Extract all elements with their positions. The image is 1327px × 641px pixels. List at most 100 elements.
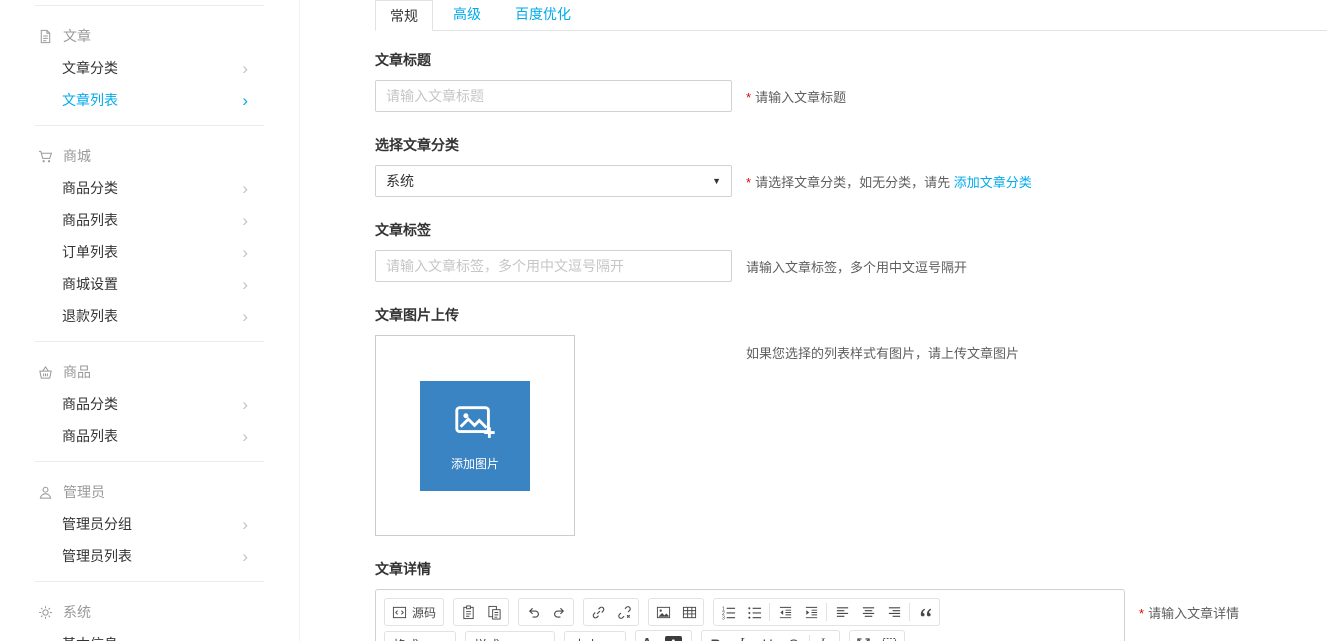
sidebar-item-article-category[interactable]: 文章分类 › [35,52,264,84]
remove-format-button[interactable]: Ix [812,632,838,641]
underline-button[interactable]: U [755,632,781,641]
undo-icon [526,605,541,620]
outdent-button[interactable] [772,600,798,624]
unordered-list-icon [747,605,762,620]
sidebar-item-product-list[interactable]: 商品列表 › [35,420,264,452]
redo-icon [552,605,567,620]
size-select[interactable]: 大小 ▾ [564,631,626,641]
source-button[interactable]: 源码 [386,600,442,624]
sidebar-item-goods-category[interactable]: 商品分类 › [35,172,264,204]
link-icon [591,605,606,620]
sidebar-item-label: 商品列表 [62,210,118,230]
sidebar-item-admin-group[interactable]: 管理员分组 › [35,508,264,540]
sidebar-item-label: 管理员列表 [62,546,132,566]
chevron-right-icon: › [242,180,248,197]
text-color-icon: A [641,636,652,641]
gear-icon [38,605,53,620]
sidebar-divider [35,341,264,342]
chevron-right-icon: › [242,308,248,325]
ordered-list-button[interactable]: 123 [715,600,741,624]
sidebar-item-article-list[interactable]: 文章列表 › [35,84,264,116]
chevron-right-icon: › [242,516,248,533]
add-image-label: 添加图片 [451,455,499,472]
indent-icon [804,605,819,620]
strikethrough-button[interactable]: S [781,632,807,641]
insert-image-button[interactable] [650,600,676,624]
tab-general[interactable]: 常规 [375,0,433,31]
sidebar-section-label: 管理员 [63,482,105,502]
sidebar-section-article: 文章 [35,20,264,52]
field-label: 文章图片上传 [375,305,1327,325]
blockquote-button[interactable] [912,600,938,624]
sidebar-item-basic-info[interactable]: 基本信息 › [35,628,264,641]
table-icon [682,605,697,620]
add-image-icon [452,399,498,448]
sidebar-item-label: 退款列表 [62,306,118,326]
main-content: 常规 高级 百度优化 文章标题 *请输入文章标题 选择文章分类 [300,0,1327,641]
redo-button[interactable] [546,600,572,624]
size-label: 大小 [573,635,599,641]
sidebar-item-refund-list[interactable]: 退款列表 › [35,300,264,332]
sidebar-item-admin-list[interactable]: 管理员列表 › [35,540,264,572]
user-icon [38,485,53,500]
article-title-input[interactable] [375,80,732,112]
sidebar-item-order-list[interactable]: 订单列表 › [35,236,264,268]
align-center-button[interactable] [855,600,881,624]
article-tags-input[interactable] [375,250,732,282]
paste-button[interactable] [455,600,481,624]
basket-icon [38,365,53,380]
add-image-button[interactable]: 添加图片 [420,381,530,491]
article-form: 文章标题 *请输入文章标题 选择文章分类 系统 [375,31,1327,641]
selected-option: 系统 [386,171,414,191]
text-color-button[interactable]: A ▾ [637,632,663,641]
bold-button[interactable]: B [703,632,729,641]
italic-button[interactable]: I [729,632,755,641]
paste-text-icon [487,605,502,620]
underline-icon: U [763,636,773,641]
tab-baidu-seo[interactable]: 百度优化 [501,0,585,30]
source-label: 源码 [412,604,436,621]
format-select[interactable]: 格式 ▾ [384,631,456,641]
sidebar-section-label: 商城 [63,146,91,166]
title-required-hint: *请输入文章标题 [746,87,846,106]
show-blocks-icon [882,637,897,641]
indent-button[interactable] [798,600,824,624]
article-category-select[interactable]: 系统 ▼ [375,165,732,197]
bg-color-button[interactable]: A ▾ [663,632,690,641]
chevron-right-icon: › [242,244,248,261]
paste-text-button[interactable] [481,600,507,624]
required-asterisk: * [1139,606,1144,621]
image-icon [656,605,671,620]
cart-icon [38,149,53,164]
add-category-link[interactable]: 添加文章分类 [954,175,1032,190]
link-button[interactable] [585,600,611,624]
style-select[interactable]: 样式 ▾ [465,631,555,641]
image-hint: 如果您选择的列表样式有图片，请上传文章图片 [746,343,1019,362]
sidebar-item-product-category[interactable]: 商品分类 › [35,388,264,420]
category-required-hint: *请选择文章分类，如无分类，请先 添加文章分类 [746,172,1032,191]
sidebar-divider [35,581,264,582]
tab-bar: 常规 高级 百度优化 [375,0,1327,31]
sidebar: 文章 文章分类 › 文章列表 › 商城 商品分类 › 商品列表 › 订单列表 › [0,0,300,641]
sidebar-item-mall-settings[interactable]: 商城设置 › [35,268,264,300]
sidebar-item-goods-list[interactable]: 商品列表 › [35,204,264,236]
hint-text: 请输入文章标题 [755,90,846,105]
required-asterisk: * [746,175,751,190]
hint-text: 如果您选择的列表样式有图片，请上传文章图片 [746,346,1019,361]
unlink-button[interactable] [611,600,637,624]
field-label: 文章标签 [375,220,1327,240]
align-right-button[interactable] [881,600,907,624]
insert-table-button[interactable] [676,600,702,624]
field-label: 文章详情 [375,559,1327,579]
tab-advanced[interactable]: 高级 [439,0,495,30]
select-caret-icon: ▼ [712,176,721,186]
unordered-list-button[interactable] [741,600,767,624]
style-label: 样式 [474,635,500,641]
undo-button[interactable] [520,600,546,624]
show-blocks-button[interactable] [877,632,903,641]
bg-color-icon: A [665,636,682,641]
maximize-button[interactable] [851,632,877,641]
rich-text-editor: 源码 [375,589,1125,641]
tags-hint: 请输入文章标签，多个用中文逗号隔开 [746,257,967,276]
align-left-button[interactable] [829,600,855,624]
